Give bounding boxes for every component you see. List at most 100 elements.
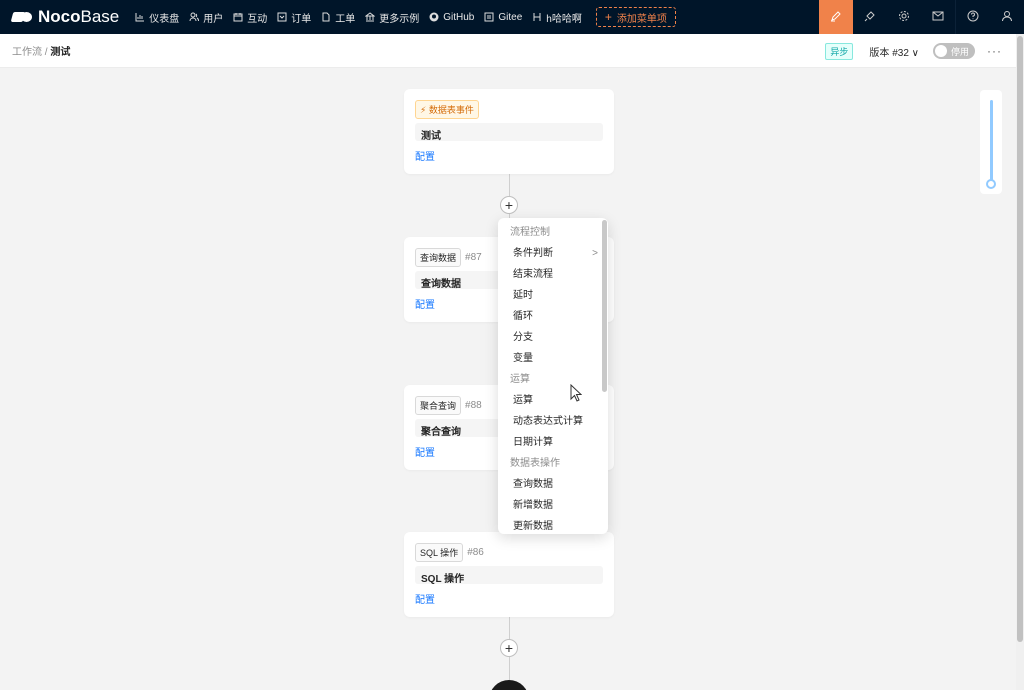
node-config-link[interactable]: 配置 bbox=[415, 296, 435, 311]
menu-item-users[interactable]: 用户 bbox=[189, 0, 223, 34]
version-label: 版本 #32 bbox=[869, 47, 909, 59]
execution-mode-badge: 异步 bbox=[825, 42, 854, 60]
menu-item-create-data[interactable]: 新增数据 bbox=[498, 495, 602, 516]
menu-item-query-data[interactable]: 查询数据 bbox=[498, 474, 602, 495]
page-scrollbar[interactable] bbox=[1016, 34, 1024, 690]
workflow-header-actions: 异步 版本 #32 ∨ 停用 ··· bbox=[825, 34, 1002, 68]
node-title[interactable]: SQL 操作 bbox=[415, 566, 603, 585]
logo-mark-icon bbox=[12, 10, 32, 24]
zoom-slider[interactable] bbox=[980, 90, 1002, 194]
trigger-tag: ⚡ 数据表事件 bbox=[415, 100, 479, 119]
node-id: #88 bbox=[465, 400, 482, 411]
add-node-button[interactable]: + bbox=[500, 196, 518, 214]
dropdown-menu-list: 流程控制 条件判断 > 结束流程 延时 循环 分支 变量 运算 运算 动态表达式计… bbox=[498, 222, 602, 534]
node-type-tag: 查询数据 bbox=[415, 248, 462, 267]
workflow-header: 工作流 / 测试 异步 版本 #32 ∨ 停用 ··· bbox=[0, 34, 1016, 68]
menu-item-h[interactable]: h哈哈啊 bbox=[532, 0, 582, 34]
menu-item-update-data[interactable]: 更新数据 bbox=[498, 516, 602, 534]
menu-group-flow-control: 流程控制 bbox=[510, 227, 550, 238]
lightning-icon: ⚡ bbox=[420, 105, 427, 115]
menu-item-end-flow[interactable]: 结束流程 bbox=[498, 264, 602, 285]
nocobase-logo[interactable]: NocoBase bbox=[12, 0, 119, 34]
add-menu-item-button[interactable]: + 添加菜单项 bbox=[595, 7, 676, 27]
node-id: #86 bbox=[467, 547, 484, 558]
menu-item-dynamic-expression[interactable]: 动态表达式计算 bbox=[498, 411, 602, 432]
top-navigation-bar: NocoBase 仪表盘 用户 互动 订单 工单 更多示例 GitHub Git… bbox=[0, 0, 1024, 34]
settings-icon bbox=[898, 10, 910, 25]
zoom-handle[interactable] bbox=[986, 179, 996, 189]
node-type-tag: SQL 操作 bbox=[415, 543, 464, 562]
plus-icon: + bbox=[504, 640, 514, 656]
add-node-dropdown: 流程控制 条件判断 > 结束流程 延时 循环 分支 变量 运算 运算 动态表达式计… bbox=[498, 218, 608, 534]
plus-icon: + bbox=[604, 10, 612, 24]
menu-item-delay[interactable]: 延时 bbox=[498, 285, 602, 306]
menu-item-label: 互动 bbox=[247, 13, 268, 25]
mouse-cursor-icon bbox=[570, 384, 582, 402]
menu-item-label: 更多示例 bbox=[379, 13, 420, 25]
menu-item-more-examples[interactable]: 更多示例 bbox=[365, 0, 419, 34]
github-icon bbox=[429, 12, 439, 22]
menu-item-loop[interactable]: 循环 bbox=[498, 306, 602, 327]
sql-node[interactable]: SQL 操作 #86 SQL 操作 配置 bbox=[404, 532, 614, 617]
menu-item-label: 工单 bbox=[335, 13, 356, 25]
logo-text-light: Base bbox=[80, 7, 120, 26]
dropdown-scrollbar[interactable] bbox=[602, 220, 607, 532]
main-menu: 仪表盘 用户 互动 订单 工单 更多示例 GitHub Gitee h哈哈啊 +… bbox=[135, 0, 676, 34]
workflow-canvas[interactable]: ⚡ 数据表事件 测试 配置 + 查询数据 #87 查询数据 配置 聚合查询 #8… bbox=[0, 68, 1016, 690]
ui-editor-icon bbox=[830, 10, 842, 25]
trigger-tag-label: 数据表事件 bbox=[428, 105, 474, 115]
chevron-right-icon: > bbox=[592, 248, 598, 259]
menu-item-condition[interactable]: 条件判断 > bbox=[498, 243, 602, 264]
breadcrumb-parent-link[interactable]: 工作流 bbox=[12, 47, 42, 58]
version-dropdown[interactable]: 版本 #32 ∨ bbox=[869, 44, 919, 59]
more-actions-button[interactable]: ··· bbox=[987, 44, 1002, 58]
node-config-link[interactable]: 配置 bbox=[415, 444, 435, 459]
user-icon bbox=[1001, 10, 1013, 25]
help-button[interactable] bbox=[956, 0, 990, 34]
gitee-icon bbox=[484, 12, 494, 22]
node-type-tag: 聚合查询 bbox=[415, 396, 462, 415]
file-icon bbox=[321, 12, 331, 22]
node-id: #87 bbox=[465, 252, 482, 263]
plus-icon: + bbox=[504, 197, 514, 213]
menu-item-tickets[interactable]: 工单 bbox=[321, 0, 355, 34]
workflow-enable-toggle[interactable]: 停用 bbox=[933, 43, 975, 59]
chevron-down-icon: ∨ bbox=[911, 47, 919, 59]
menu-item-label: Gitee bbox=[498, 11, 523, 23]
add-node-button[interactable]: + bbox=[500, 639, 518, 657]
order-icon bbox=[277, 12, 287, 22]
users-icon bbox=[189, 12, 200, 22]
menu-item-github[interactable]: GitHub bbox=[429, 0, 474, 34]
mail-icon bbox=[932, 10, 944, 25]
menu-item-dashboard[interactable]: 仪表盘 bbox=[135, 0, 179, 34]
user-button[interactable] bbox=[990, 0, 1024, 34]
zoom-track bbox=[990, 100, 993, 182]
help-icon bbox=[967, 10, 979, 25]
menu-item-branch[interactable]: 分支 bbox=[498, 327, 602, 348]
calendar-icon bbox=[233, 12, 243, 22]
menu-item-interaction[interactable]: 互动 bbox=[233, 0, 267, 34]
menu-item-variable[interactable]: 变量 bbox=[498, 348, 602, 369]
page-scrollbar-thumb[interactable] bbox=[1017, 36, 1023, 642]
add-menu-item-label: 添加菜单项 bbox=[616, 13, 667, 25]
settings-button[interactable] bbox=[887, 0, 921, 34]
trigger-node[interactable]: ⚡ 数据表事件 测试 配置 bbox=[404, 89, 614, 174]
dropdown-scrollbar-thumb[interactable] bbox=[602, 220, 607, 392]
node-title[interactable]: 测试 bbox=[415, 123, 603, 142]
menu-item-label: 仪表盘 bbox=[149, 13, 180, 25]
plugin-manager-button[interactable] bbox=[853, 0, 887, 34]
top-right-actions bbox=[819, 0, 1024, 34]
menu-item-date-calc[interactable]: 日期计算 bbox=[498, 432, 602, 453]
ui-editor-button[interactable] bbox=[819, 0, 853, 34]
breadcrumb-current: 测试 bbox=[50, 47, 71, 58]
menu-group-calculation: 运算 bbox=[510, 374, 530, 385]
menu-item-orders[interactable]: 订单 bbox=[277, 0, 311, 34]
menu-item-gitee[interactable]: Gitee bbox=[484, 0, 522, 34]
node-config-link[interactable]: 配置 bbox=[415, 591, 435, 606]
menu-item-label: 条件判断 bbox=[513, 248, 553, 259]
plugin-icon bbox=[864, 10, 876, 25]
menu-item-calculation[interactable]: 运算 bbox=[498, 390, 602, 411]
mail-button[interactable] bbox=[921, 0, 955, 34]
node-config-link[interactable]: 配置 bbox=[415, 148, 435, 163]
menu-group-collection-ops: 数据表操作 bbox=[510, 458, 560, 469]
